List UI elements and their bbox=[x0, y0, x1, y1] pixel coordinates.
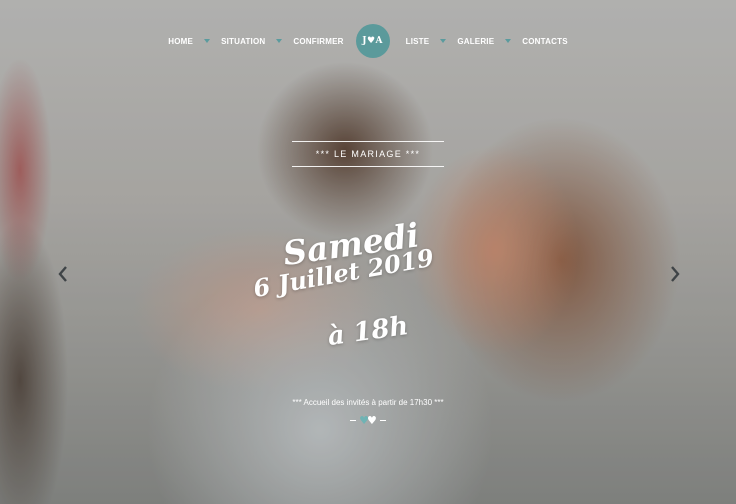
carousel-next-button[interactable] bbox=[668, 264, 682, 284]
nav-separator-triangle-icon bbox=[505, 39, 512, 43]
section-label-frame: *** LE MARIAGE *** bbox=[292, 141, 444, 167]
nav-separator-triangle-icon bbox=[276, 39, 283, 43]
nav-item-galerie[interactable]: GALERIE bbox=[457, 37, 494, 46]
nav-separator-triangle-icon bbox=[204, 39, 211, 43]
chevron-left-icon bbox=[58, 266, 67, 282]
nav-item-home[interactable]: HOME bbox=[168, 37, 193, 46]
chevron-right-icon bbox=[671, 266, 680, 282]
ornament-line bbox=[350, 419, 357, 421]
heart-icon: ♥ bbox=[367, 413, 377, 427]
section-label: *** LE MARIAGE *** bbox=[315, 149, 421, 159]
nav-separator-triangle-icon bbox=[440, 39, 447, 43]
main-nav: HOME SITUATION CONFIRMER J♥A LISTE GALER… bbox=[0, 24, 736, 58]
nav-item-confirmer[interactable]: CONFIRMER bbox=[293, 37, 343, 46]
carousel-prev-button[interactable] bbox=[56, 264, 70, 284]
logo[interactable]: J♥A bbox=[355, 24, 390, 58]
welcome-note: *** Accueil des invités à partir de 17h3… bbox=[292, 398, 444, 407]
ornament-line bbox=[379, 419, 386, 421]
nav-item-contacts[interactable]: CONTACTS bbox=[522, 37, 567, 46]
nav-item-liste[interactable]: LISTE bbox=[406, 37, 430, 46]
heart-ornament: ♥ ♥ bbox=[348, 414, 388, 426]
nav-item-situation[interactable]: SITUATION bbox=[221, 37, 265, 46]
